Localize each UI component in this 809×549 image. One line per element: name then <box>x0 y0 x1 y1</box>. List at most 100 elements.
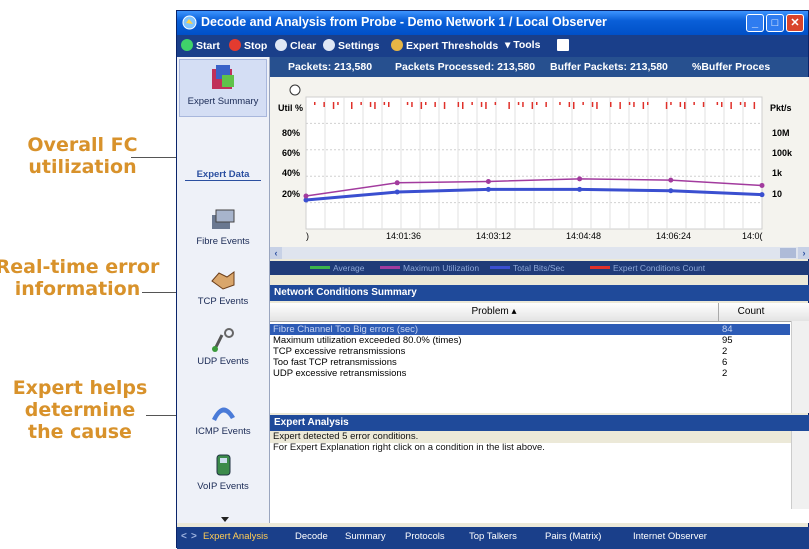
expert-condition-mark <box>517 102 520 105</box>
sidebar-item-expert-summary[interactable]: Expert Summary <box>177 63 269 107</box>
table-row[interactable]: Maximum utilization exceeded 80.0% (time… <box>270 335 790 346</box>
settings-button[interactable]: Settings <box>323 39 379 52</box>
buffer-packets: Buffer Packets: 213,580 <box>550 61 668 73</box>
expert-condition-mark <box>471 102 473 105</box>
document-icon <box>557 39 569 51</box>
stop-button[interactable]: Stop <box>229 39 267 52</box>
scroll-down-icon[interactable] <box>221 517 229 522</box>
callout-text: Overall FC utilization <box>27 134 138 178</box>
minimize-button[interactable]: _ <box>746 14 764 32</box>
expert-condition-mark <box>568 102 571 107</box>
callout-text: Real-time error information <box>0 256 160 300</box>
tab-internet-observer[interactable]: Internet Observer <box>633 531 707 542</box>
tools-menu[interactable]: ▾ Tools <box>505 39 540 51</box>
expert-condition-mark <box>522 102 524 107</box>
network-conditions-table: Problem ▴ Count Fibre Channel Too Big er… <box>270 303 809 413</box>
legend-total-bits: Total Bits/Sec <box>490 263 565 273</box>
scroll-left-icon[interactable]: ‹ <box>270 247 282 259</box>
cell-count: 6 <box>722 357 728 368</box>
expert-condition-mark <box>485 102 487 109</box>
dropdown-arrow-icon: ▾ <box>505 39 514 51</box>
fibre-events-icon <box>212 209 235 229</box>
expert-condition-mark <box>670 102 672 105</box>
table-row[interactable]: UDP excessive retransmissions 2 <box>270 368 790 379</box>
stop-icon <box>229 39 241 51</box>
table-row[interactable]: Fibre Channel Too Big errors (sec) 84 <box>270 324 790 335</box>
table-row[interactable]: Too fast TCP retransmissions 6 <box>270 357 790 368</box>
sidebar-item-label: VoIP Events <box>197 481 249 492</box>
sort-icon: ▴ <box>511 306 517 317</box>
clear-button[interactable]: Clear <box>275 39 316 52</box>
maximize-button[interactable]: □ <box>766 14 784 32</box>
table-row[interactable]: TCP excessive retransmissions 2 <box>270 346 790 357</box>
tab-decode[interactable]: Decode <box>295 531 328 542</box>
section-title: Network Conditions Summary <box>274 287 417 298</box>
legend-swatch <box>380 266 400 269</box>
bottom-tab-bar: < > Expert Analysis Decode Summary Proto… <box>177 527 809 549</box>
chart-horizontal-scrollbar[interactable]: ‹ › <box>270 247 809 259</box>
left-tick: 40% <box>282 168 300 178</box>
column-separator[interactable] <box>718 303 719 321</box>
tab-expert-analysis[interactable]: Expert Analysis <box>203 531 268 542</box>
phone-icon <box>216 454 231 476</box>
expert-condition-mark <box>434 102 436 107</box>
expert-condition-mark <box>360 102 362 105</box>
expert-condition-mark <box>647 102 649 105</box>
column-header-problem[interactable]: Problem ▴ <box>270 306 718 317</box>
document-button[interactable] <box>557 39 572 52</box>
column-header-count[interactable]: Count <box>720 306 782 317</box>
close-button[interactable]: ✕ <box>786 14 804 32</box>
sidebar-item-icmp-events[interactable]: ICMP Events <box>177 397 269 437</box>
start-button[interactable]: Start <box>181 39 220 52</box>
table-scrollbar[interactable] <box>791 321 809 413</box>
series-point <box>577 176 583 182</box>
legend-label: Total Bits/Sec <box>513 263 565 273</box>
expert-analysis-panel: Expert detected 5 error conditions. For … <box>270 431 809 523</box>
sidebar-item-voip-events[interactable]: VoIP Events <box>177 452 269 492</box>
tab-top-talkers[interactable]: Top Talkers <box>469 531 517 542</box>
sidebar-item-udp-events[interactable]: UDP Events <box>177 327 269 367</box>
cell-problem: Too fast TCP retransmissions <box>273 357 397 368</box>
clear-label: Clear <box>290 40 317 52</box>
expert-condition-mark <box>716 102 719 105</box>
stats-bar: Packets: 213,580 Packets Processed: 213,… <box>270 57 808 77</box>
network-conditions-header: Network Conditions Summary <box>270 285 809 301</box>
stop-label: Stop <box>244 40 268 52</box>
expert-condition-mark <box>591 102 594 107</box>
section-title: Expert Analysis <box>274 417 349 428</box>
scroll-right-icon[interactable]: › <box>798 247 809 259</box>
sidebar-item-label: Fibre Events <box>196 236 250 247</box>
sidebar-item-tcp-events[interactable]: TCP Events <box>177 267 269 307</box>
left-tick: 20% <box>282 189 300 199</box>
legend-swatch <box>490 266 510 269</box>
expert-condition-mark <box>665 102 668 109</box>
expert-condition-mark <box>388 102 390 107</box>
sidebar-item-fibre-events[interactable]: Fibre Events <box>177 207 269 247</box>
tab-scroll-right-icon[interactable]: > <box>191 531 197 542</box>
analysis-scrollbar[interactable] <box>791 431 809 509</box>
tab-scroll-left-icon[interactable]: < <box>181 531 187 542</box>
legend-label: Expert Conditions Count <box>613 263 706 273</box>
tab-summary[interactable]: Summary <box>345 531 386 542</box>
series-point <box>394 189 400 195</box>
legend-average: Average <box>310 263 365 273</box>
tab-pairs-matrix[interactable]: Pairs (Matrix) <box>545 531 601 542</box>
expert-condition-mark <box>753 102 756 109</box>
left-tick: 80% <box>282 128 300 138</box>
expert-condition-mark <box>323 102 325 107</box>
callout-expert-helps: Expert helps determine the cause <box>10 377 150 443</box>
expert-condition-mark <box>596 102 598 109</box>
series-point <box>759 192 765 198</box>
expert-condition-mark <box>425 102 427 105</box>
start-label: Start <box>196 40 220 52</box>
sidebar-item-label: UDP Events <box>197 356 249 367</box>
scroll-thumb[interactable] <box>780 248 796 258</box>
title-bar: Decode and Analysis from Probe - Demo Ne… <box>177 11 808 35</box>
expert-condition-mark <box>314 102 316 105</box>
tab-protocols[interactable]: Protocols <box>405 531 445 542</box>
expert-condition-mark <box>684 102 686 109</box>
expert-condition-mark <box>383 102 386 105</box>
expert-thresholds-button[interactable]: Expert Thresholds <box>391 39 498 52</box>
window-title: Decode and Analysis from Probe - Demo Ne… <box>201 15 607 29</box>
x-tick: 14:04:48 <box>566 231 601 241</box>
